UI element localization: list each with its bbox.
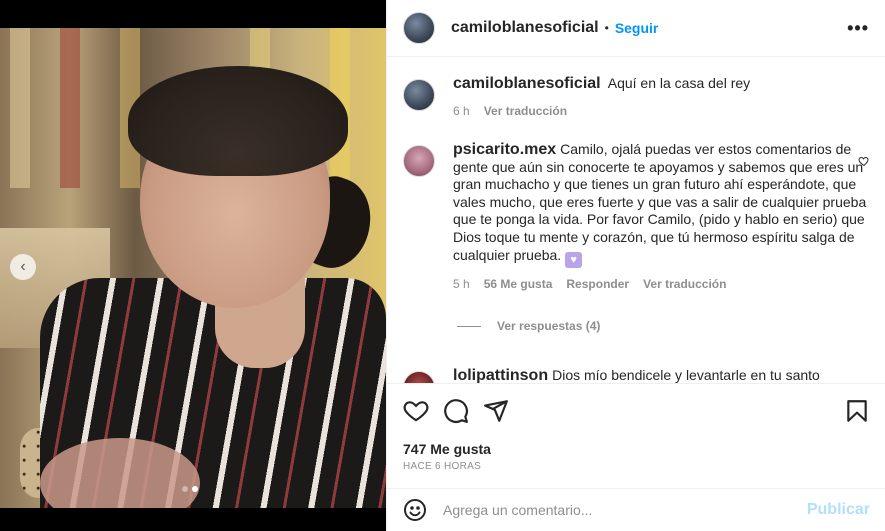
post-header: camiloblanesoficial • Seguir ••• xyxy=(387,0,885,57)
post-media: ‹ xyxy=(0,0,386,531)
comment-text: Camilo, ojalá puedas ver estos comentari… xyxy=(453,141,867,263)
comment-input[interactable] xyxy=(443,502,807,518)
post-photo xyxy=(0,28,386,508)
comment-like-icon[interactable] xyxy=(858,155,870,167)
more-options-icon[interactable]: ••• xyxy=(847,18,869,39)
chevron-left-icon: ‹ xyxy=(20,258,26,275)
carousel-dot xyxy=(182,486,188,492)
comment-icon[interactable] xyxy=(443,398,469,424)
avatar[interactable] xyxy=(403,12,435,44)
post-actions: 747 Me gusta HACE 6 HORAS xyxy=(387,383,885,495)
comment-translate-link[interactable]: Ver traducción xyxy=(643,276,726,294)
caption-time[interactable]: 6 h xyxy=(453,103,470,121)
carousel-dots xyxy=(182,486,198,492)
avatar[interactable] xyxy=(403,145,435,177)
post-timestamp[interactable]: HACE 6 HORAS xyxy=(403,461,481,472)
author-username[interactable]: camiloblanesoficial xyxy=(451,19,599,37)
comment-time[interactable]: 5 h xyxy=(453,276,470,294)
comment-item: lolipattinson Dios mío bendicele y levant… xyxy=(403,367,870,383)
comment-composer: Publicar xyxy=(387,488,885,531)
view-replies-label: Ver respuestas (4) xyxy=(497,319,601,334)
send-icon[interactable] xyxy=(483,398,509,424)
comment-username[interactable]: lolipattinson xyxy=(453,367,548,383)
separator-dot: • xyxy=(604,21,609,35)
heart-icon[interactable] xyxy=(403,398,429,424)
caption-text: Aquí en la casa del rey xyxy=(607,75,751,91)
comment-text: Dios mío bendicele y levantarle en tu sa… xyxy=(552,367,820,383)
smiley-icon[interactable] xyxy=(403,498,427,522)
view-replies-button[interactable]: Ver respuestas (4) xyxy=(453,318,870,336)
comment-likes[interactable]: 56 Me gusta xyxy=(484,276,553,294)
follow-button[interactable]: Seguir xyxy=(615,20,659,36)
post-panel: camiloblanesoficial • Seguir ••• camilob… xyxy=(386,0,885,531)
comment-username[interactable]: psicarito.mex xyxy=(453,141,556,158)
carousel-prev-button[interactable]: ‹ xyxy=(10,254,36,280)
comment-item: psicarito.mex Camilo, ojalá puedas ver es… xyxy=(403,141,870,336)
caption: camiloblanesoficial Aquí en la casa del … xyxy=(403,75,870,120)
avatar[interactable] xyxy=(403,371,435,383)
carousel-dot-active xyxy=(192,486,198,492)
reply-button[interactable]: Responder xyxy=(566,276,629,294)
avatar[interactable] xyxy=(403,79,435,111)
post-comment-button[interactable]: Publicar xyxy=(807,501,870,519)
caption-username[interactable]: camiloblanesoficial xyxy=(453,75,601,92)
bookmark-icon[interactable] xyxy=(844,398,870,424)
heart-emoji-icon: ♥ xyxy=(565,251,583,268)
likes-count[interactable]: 747 Me gusta xyxy=(403,441,491,457)
replies-divider xyxy=(457,326,481,328)
comments-list[interactable]: camiloblanesoficial Aquí en la casa del … xyxy=(387,57,885,383)
caption-translate-link[interactable]: Ver traducción xyxy=(484,103,567,121)
